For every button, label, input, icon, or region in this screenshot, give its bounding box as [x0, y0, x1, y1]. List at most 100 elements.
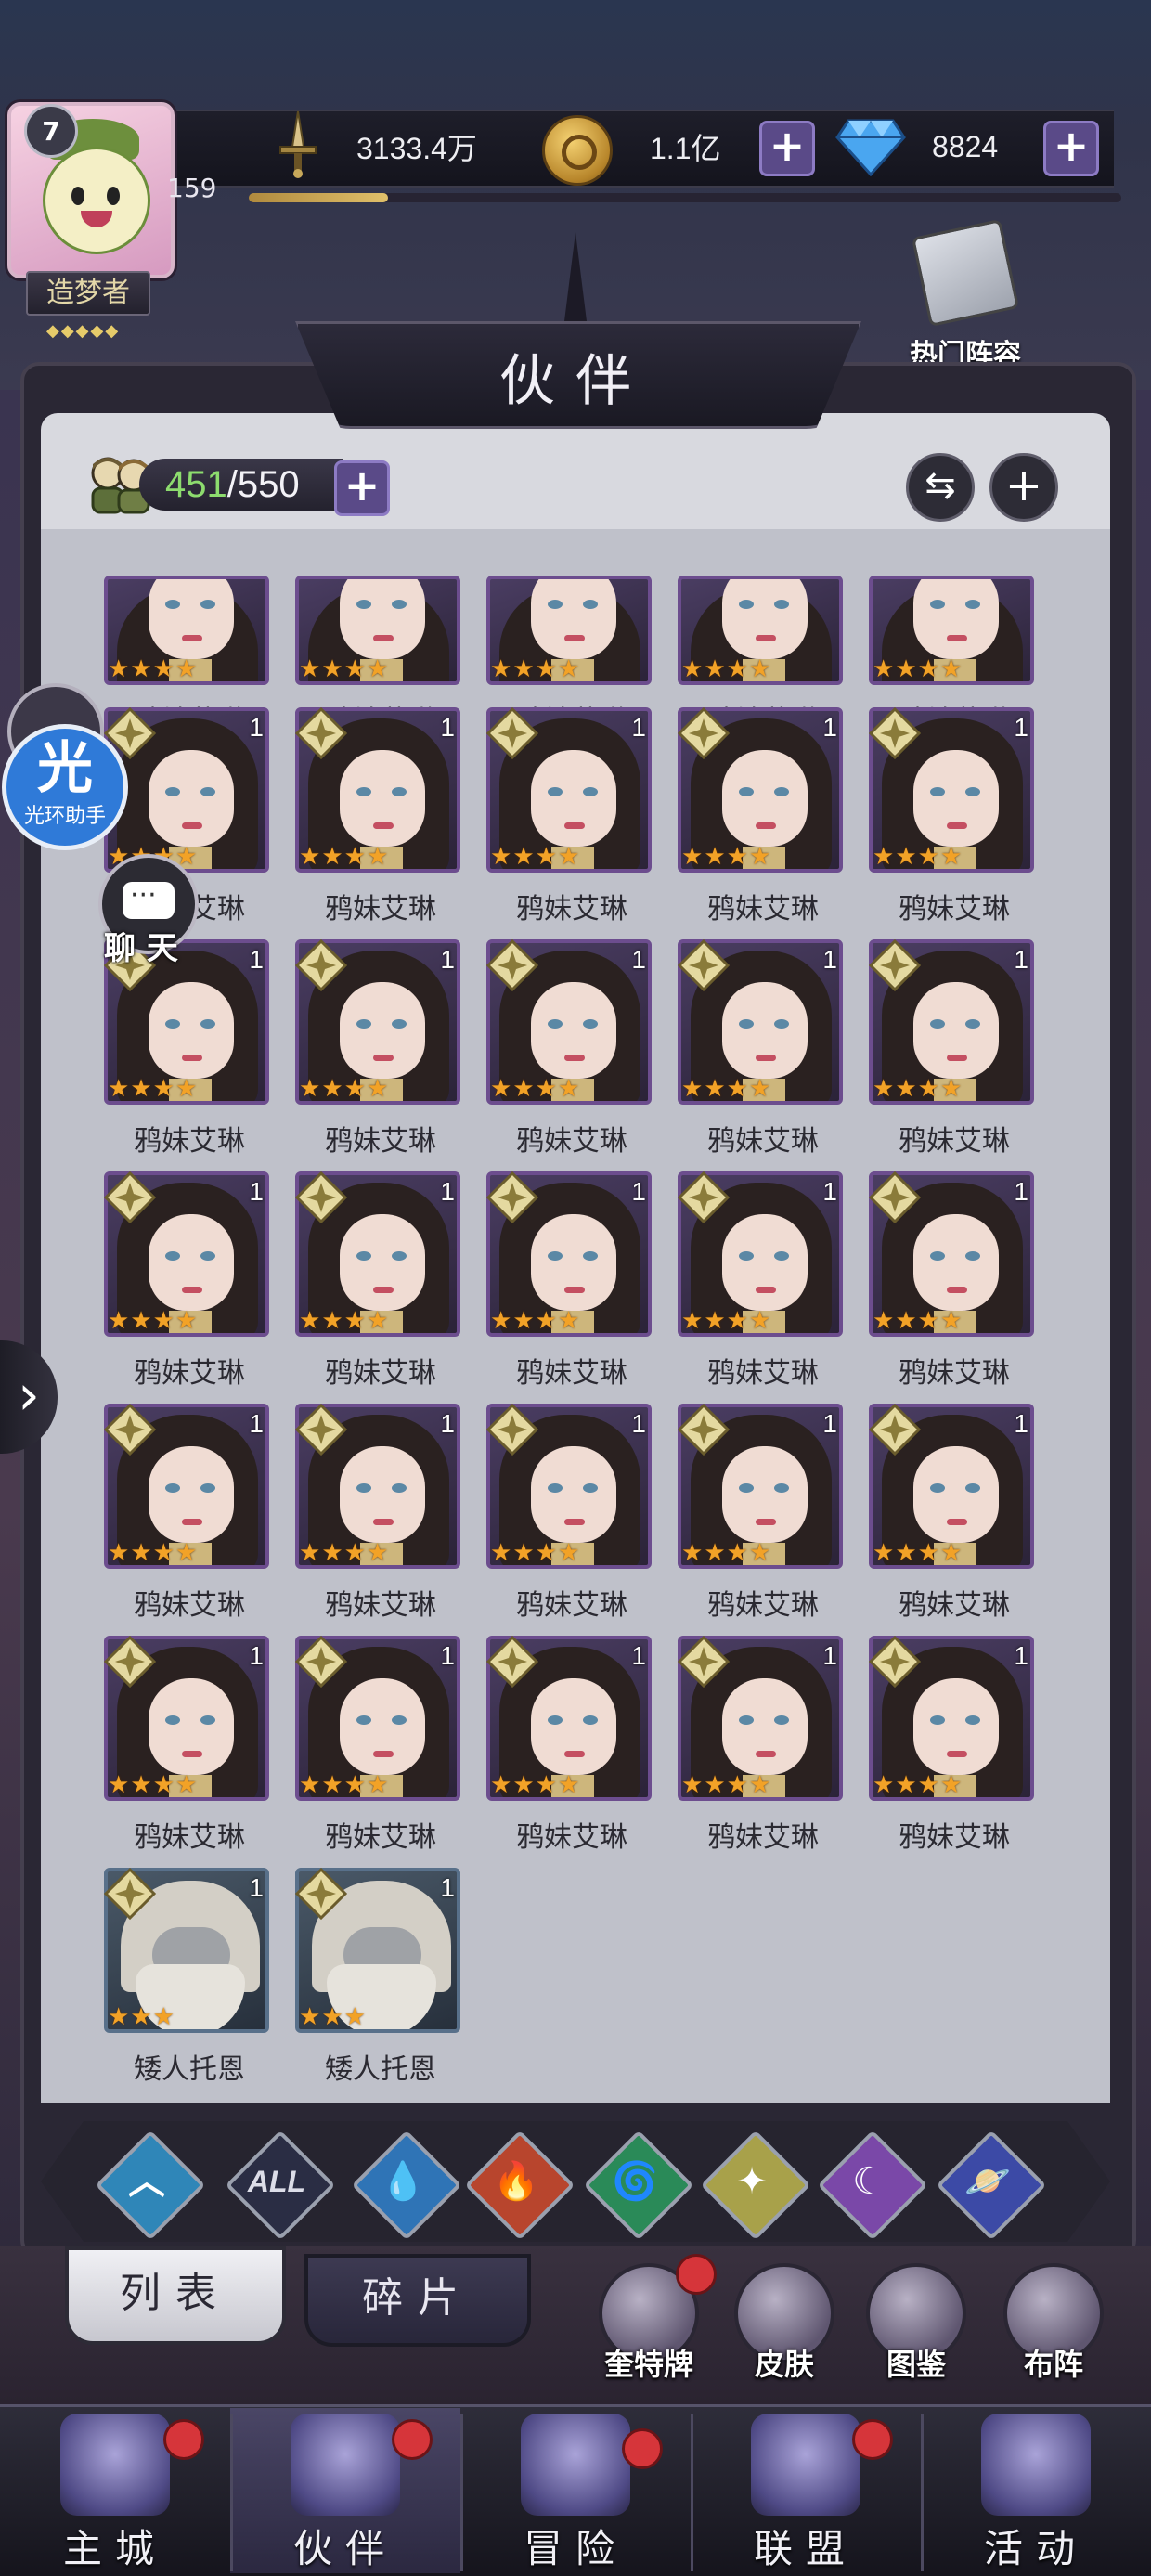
- star-icon: ★: [895, 843, 917, 871]
- hero-cell[interactable]: 1★★★★鸦妹艾琳: [104, 1171, 275, 1394]
- star-icon: ★: [343, 1539, 366, 1567]
- tab-fragments[interactable]: 碎片: [304, 2254, 531, 2347]
- hero-cell[interactable]: 1★★★★鸦妹艾琳: [104, 1636, 275, 1858]
- hero-cell[interactable]: 1★★★★鸦妹艾琳: [295, 939, 466, 1162]
- portrait-face: [340, 579, 425, 659]
- hero-cell[interactable]: 1★★★★鸦妹艾琳: [869, 1404, 1040, 1626]
- hero-cell[interactable]: 1★★★★鸦妹艾琳: [486, 707, 657, 930]
- hero-cell[interactable]: 1 ★ ★ ★ 矮人托恩: [295, 1868, 466, 2091]
- add-diamond-button[interactable]: +: [1043, 121, 1099, 176]
- light-element-badge-icon: [104, 1171, 156, 1223]
- hero-cell[interactable]: 1★★★★鸦妹艾琳: [295, 1404, 466, 1626]
- hero-cell[interactable]: 1★★★★鸦妹艾琳: [678, 1171, 848, 1394]
- light-element-badge-icon: [486, 707, 538, 759]
- hero-cell[interactable]: 1★★★★鸦妹艾琳: [295, 707, 466, 930]
- filter-fire-button[interactable]: 🔥: [464, 2129, 576, 2241]
- shortcut-formation-button[interactable]: 布阵: [993, 2263, 1114, 2384]
- star-icon: ★: [343, 1075, 366, 1103]
- light-element-badge-icon: [869, 1171, 921, 1223]
- hero-cell[interactable]: 1★★★★鸦妹艾琳: [678, 1404, 848, 1626]
- nav-partners-label: 伙伴: [292, 2526, 397, 2571]
- star-icon: ★: [535, 1075, 557, 1103]
- shortcut-codex-button[interactable]: 图鉴: [856, 2263, 976, 2384]
- hero-cell[interactable]: 1★★★★鸦妹艾琳: [678, 1636, 848, 1858]
- add-gold-button[interactable]: +: [759, 121, 815, 176]
- filter-water-button[interactable]: 💧: [351, 2129, 462, 2241]
- star-icon: ★: [939, 655, 963, 683]
- hero-cell[interactable]: 1★★★★鸦妹艾琳: [104, 1404, 275, 1626]
- nav-adventure-tab[interactable]: 冒险: [460, 2408, 691, 2573]
- tab-list[interactable]: 列表: [65, 2246, 286, 2345]
- rank-title[interactable]: 造梦者: [26, 271, 150, 316]
- player-level: 159: [167, 173, 217, 203]
- light-element-badge-icon: [295, 1868, 347, 1920]
- filter-space-button[interactable]: 🪐: [936, 2129, 1047, 2241]
- hero-cell[interactable]: 1★★★★鸦妹艾琳: [295, 1171, 466, 1394]
- hero-count: 1: [822, 945, 837, 974]
- portrait-face: [913, 579, 999, 659]
- level-progress: [249, 193, 1121, 202]
- hero-cell[interactable]: 1★★★★鸦妹艾琳: [869, 939, 1040, 1162]
- hero-stars: ★★★★: [681, 1077, 770, 1101]
- star-icon: ★: [895, 1539, 917, 1567]
- gold-value-wrap: 1.1亿: [650, 121, 721, 173]
- hero-name: 鸦妹艾琳: [899, 1821, 1010, 1854]
- hot-lineup-button[interactable]: 热门阵容: [891, 218, 1040, 371]
- star-icon: ★: [917, 655, 939, 683]
- hero-count: 1: [440, 1873, 455, 1902]
- hero-cell[interactable]: 1★★★★鸦妹艾琳: [486, 1404, 657, 1626]
- add-partner-button[interactable]: +: [989, 453, 1058, 522]
- filter-fire-symbol: 🔥: [493, 2160, 539, 2203]
- star-icon: ★: [299, 2003, 321, 2031]
- hero-cell[interactable]: 1★★★★鸦妹艾琳: [869, 1636, 1040, 1858]
- diamond-value: 8824: [932, 129, 999, 163]
- expand-capacity-button[interactable]: +: [334, 460, 390, 516]
- hero-stars: ★★★★: [873, 657, 962, 681]
- shortcut-skins-button[interactable]: 皮肤: [724, 2263, 845, 2384]
- star-icon: ★: [512, 1539, 535, 1567]
- light-element-badge-icon: [104, 1404, 156, 1456]
- star-icon: ★: [917, 1307, 939, 1335]
- hero-stars: ★★★★: [681, 1773, 770, 1797]
- hero-count: 1: [822, 1177, 837, 1206]
- filter-dark-button[interactable]: ☾: [817, 2129, 928, 2241]
- portrait-face: [531, 1678, 616, 1775]
- portrait-face: [340, 1446, 425, 1543]
- portrait-face: [913, 982, 999, 1079]
- portrait-face: [722, 1678, 808, 1775]
- hero-cell[interactable]: 1★★★★鸦妹艾琳: [486, 1636, 657, 1858]
- light-element-badge-icon: [295, 707, 347, 759]
- portrait-face: [722, 579, 808, 659]
- filter-light-up-symbol: ︿: [128, 2160, 165, 2203]
- hero-name: 鸦妹艾琳: [707, 1357, 819, 1390]
- hero-cell[interactable]: 1★★★★鸦妹艾琳: [869, 1171, 1040, 1394]
- nav-events-tab[interactable]: 活动: [921, 2408, 1151, 2573]
- star-icon: ★: [917, 1075, 939, 1103]
- star-icon: ★: [152, 1307, 175, 1335]
- main-city-icon: [60, 2414, 170, 2516]
- gold-coin-icon: [542, 115, 613, 186]
- star-icon: ★: [490, 1075, 512, 1103]
- star-icon: ★: [108, 1307, 130, 1335]
- star-icon: ★: [873, 1539, 895, 1567]
- filter-light-up-button[interactable]: ︿: [95, 2129, 206, 2241]
- hero-cell[interactable]: 1★★★★鸦妹艾琳: [486, 1171, 657, 1394]
- hero-cell[interactable]: 1★★★★鸦妹艾琳: [295, 1636, 466, 1858]
- halo-assistant-button[interactable]: 光 光环助手: [2, 724, 128, 850]
- hero-stars: ★★★★: [490, 657, 579, 681]
- filter-all-button[interactable]: ALL: [225, 2129, 336, 2241]
- hero-stars: ★★★★: [490, 1077, 579, 1101]
- hero-cell[interactable]: 1★★★★鸦妹艾琳: [486, 939, 657, 1162]
- swap-button[interactable]: ⇆: [906, 453, 975, 522]
- hero-cell[interactable]: 1★★★★鸦妹艾琳: [869, 707, 1040, 930]
- events-icon: [981, 2414, 1091, 2516]
- filter-wind-button[interactable]: 🌀: [583, 2129, 694, 2241]
- hero-cell[interactable]: 1 ★ ★ ★ 矮人托恩: [104, 1868, 275, 2091]
- light-element-badge-icon: [104, 1636, 156, 1688]
- star-icon: ★: [917, 1771, 939, 1799]
- hero-cell[interactable]: 1★★★★鸦妹艾琳: [678, 707, 848, 930]
- filter-light-button[interactable]: ✦: [700, 2129, 811, 2241]
- hero-stars: ★★★★: [490, 1541, 579, 1565]
- hero-cell[interactable]: 1★★★★鸦妹艾琳: [678, 939, 848, 1162]
- hero-cell[interactable]: 1★★★★鸦妹艾琳: [104, 939, 275, 1162]
